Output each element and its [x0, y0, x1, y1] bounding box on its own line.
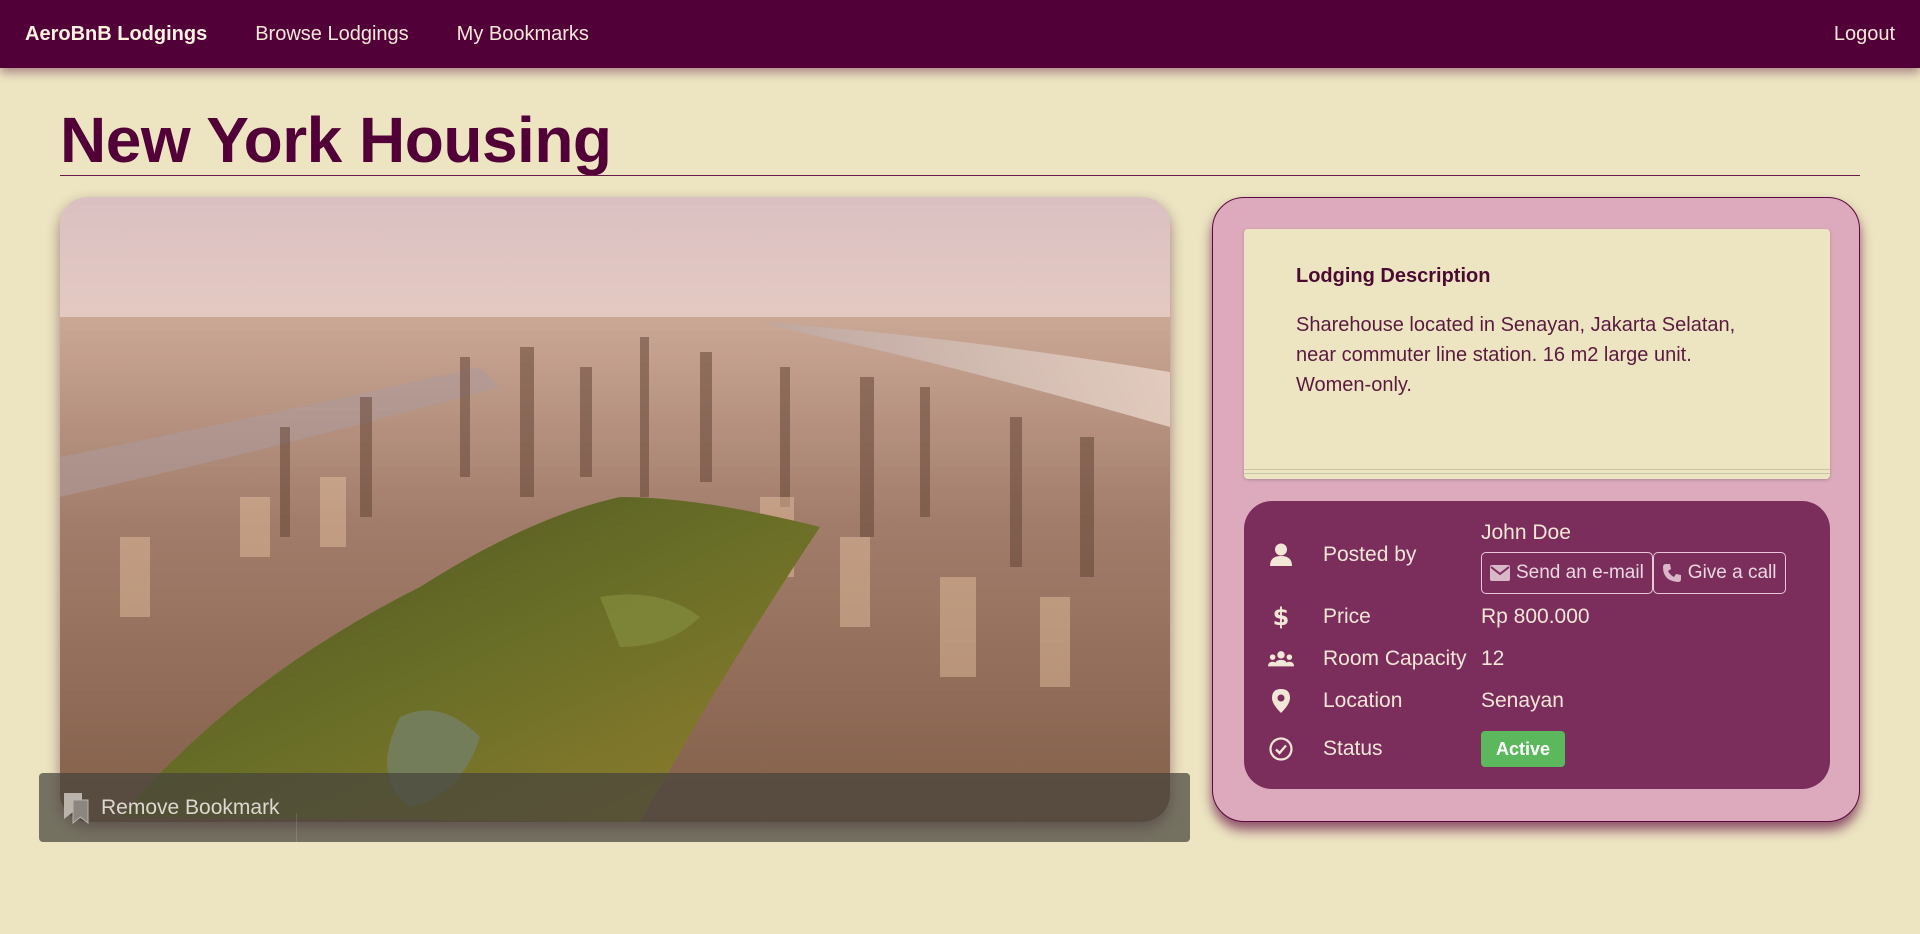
bookmark-icon: [61, 792, 91, 824]
users-icon: [1268, 646, 1294, 672]
location-value: Senayan: [1481, 689, 1564, 712]
brand-link[interactable]: AeroBnB Lodgings: [25, 23, 207, 46]
capacity-value: 12: [1481, 647, 1505, 670]
envelope-icon: [1490, 565, 1510, 581]
navbar: AeroBnB Lodgings Browse Lodgings My Book…: [0, 0, 1920, 68]
nav-my-bookmarks[interactable]: My Bookmarks: [457, 23, 589, 46]
dollar-icon: $: [1272, 603, 1290, 631]
lodging-image: [60, 197, 1170, 822]
status-label: Status: [1323, 737, 1383, 760]
location-label: Location: [1323, 689, 1403, 712]
contact-buttons: Send an e-mail Give a call: [1481, 552, 1786, 594]
logout-link[interactable]: Logout: [1834, 23, 1895, 46]
give-call-label: Give a call: [1687, 562, 1777, 583]
poster-name: John Doe: [1481, 521, 1571, 544]
remove-bookmark-label: Remove Bookmark: [101, 795, 280, 819]
description-text: Sharehouse located in Senayan, Jakarta S…: [1296, 314, 1736, 396]
city-aerial-photo: [60, 197, 1170, 822]
send-email-button[interactable]: Send an e-mail: [1481, 552, 1653, 594]
capacity-label: Room Capacity: [1323, 647, 1467, 670]
phone-icon: [1662, 564, 1681, 582]
page-title: New York Housing: [60, 104, 612, 176]
details-card: Posted by John Doe Send an e-mail Give a…: [1244, 501, 1830, 789]
give-call-button[interactable]: Give a call: [1652, 552, 1786, 594]
status-value-wrap: Active: [1481, 731, 1566, 767]
send-email-label: Send an e-mail: [1516, 562, 1644, 583]
description-card-edge: [1244, 469, 1830, 479]
description-card: Lodging Description Sharehouse located i…: [1244, 229, 1830, 479]
description-title: Lodging Description: [1296, 265, 1491, 287]
price-value: Rp 800.000: [1481, 605, 1590, 628]
title-divider: [60, 175, 1860, 176]
user-icon: [1268, 542, 1294, 568]
location-row: Location Senayan: [1244, 685, 1830, 717]
map-marker-icon: [1268, 688, 1294, 714]
price-label: Price: [1323, 605, 1371, 628]
capacity-row: Room Capacity 12: [1244, 643, 1830, 675]
status-badge: Active: [1481, 731, 1566, 767]
remove-bookmark-button[interactable]: Remove Bookmark: [39, 773, 1190, 842]
nav-browse-lodgings[interactable]: Browse Lodgings: [255, 23, 408, 46]
price-row: $ Price Rp 800.000: [1244, 601, 1830, 633]
check-circle-icon: [1268, 736, 1294, 762]
status-row: Status Active: [1244, 727, 1830, 771]
bookmark-bar-divider: [296, 813, 297, 842]
lodging-info-panel: Lodging Description Sharehouse located i…: [1212, 197, 1860, 822]
posted-by-label: Posted by: [1323, 543, 1417, 566]
